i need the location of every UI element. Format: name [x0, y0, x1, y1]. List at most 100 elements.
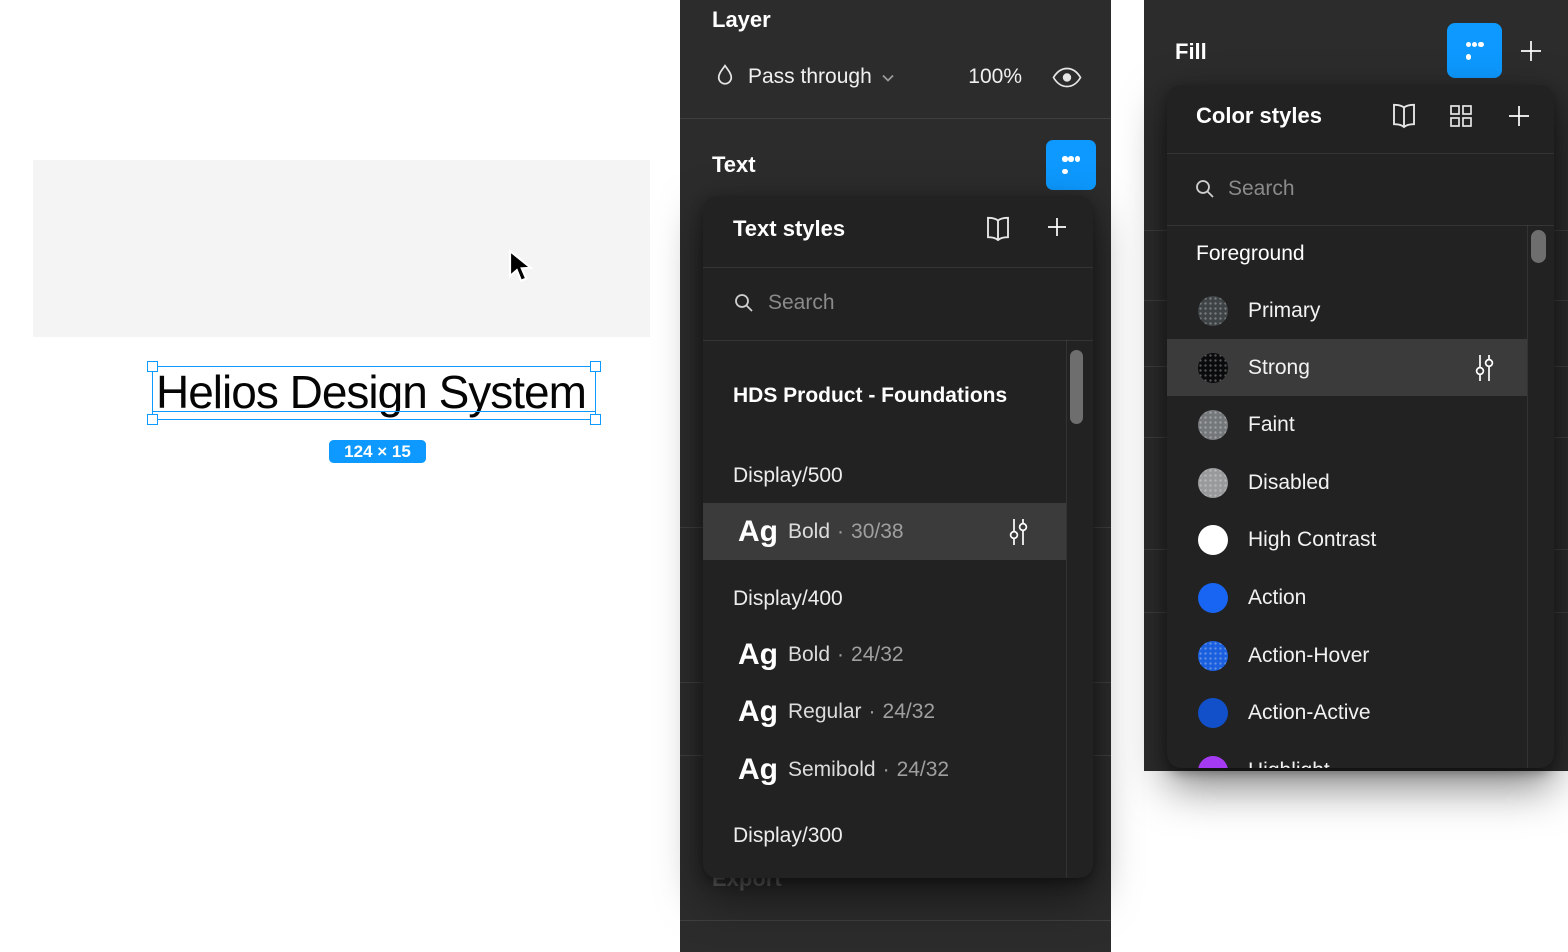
styles-icon	[1466, 42, 1484, 60]
divider	[1167, 153, 1554, 154]
color-style-row-high-contrast[interactable]: High Contrast	[1167, 511, 1527, 568]
divider	[680, 118, 1111, 119]
text-style-row-bold-24[interactable]: Ag Bold · 24/32	[703, 626, 1066, 683]
add-color-style-button[interactable]	[1504, 101, 1534, 131]
style-weight: Semibold	[788, 758, 876, 782]
color-style-row-strong[interactable]: Strong	[1167, 339, 1527, 396]
divider	[703, 340, 1093, 341]
layer-section-title: Layer	[712, 7, 771, 33]
style-weight: Bold	[788, 520, 830, 544]
cursor-icon	[507, 249, 535, 285]
style-sample: Ag	[738, 638, 788, 672]
text-styles-search-input[interactable]	[766, 287, 1040, 319]
selection-handle-sw[interactable]	[147, 414, 158, 425]
scrollbar-thumb[interactable]	[1070, 350, 1083, 424]
color-styles-dropdown: Color styles Foreground	[1167, 85, 1554, 768]
scrollbar-track[interactable]	[1527, 225, 1528, 768]
style-weight: Bold	[788, 643, 830, 667]
grid-view-icon[interactable]	[1447, 102, 1475, 130]
droplet-icon	[712, 62, 738, 92]
text-style-row-bold-30[interactable]: Ag Bold · 30/38	[703, 503, 1066, 560]
divider	[703, 267, 1093, 268]
style-size: 24/32	[897, 758, 950, 782]
color-style-label: Action	[1248, 586, 1306, 610]
separator: ·	[883, 758, 890, 782]
color-style-row-faint[interactable]: Faint	[1167, 396, 1527, 453]
color-style-row-primary[interactable]: Primary	[1167, 282, 1527, 339]
color-styles-toggle-button[interactable]	[1447, 23, 1502, 78]
eye-icon[interactable]	[1050, 64, 1084, 91]
style-sample: Ag	[738, 515, 788, 549]
separator: ·	[869, 700, 876, 724]
separator: ·	[837, 520, 844, 544]
style-sample: Ag	[738, 753, 788, 787]
color-swatch	[1198, 296, 1228, 326]
selection-handle-se[interactable]	[590, 414, 601, 425]
color-style-label: Primary	[1248, 299, 1320, 323]
color-style-label: Strong	[1248, 356, 1310, 380]
chevron-down-icon[interactable]	[878, 69, 898, 87]
color-style-label: Faint	[1248, 413, 1295, 437]
style-size: 24/32	[883, 700, 936, 724]
adjust-icon[interactable]	[1472, 352, 1496, 384]
style-size: 30/38	[851, 520, 904, 544]
search-icon	[1193, 177, 1217, 201]
color-swatch	[1198, 410, 1228, 440]
color-style-row-disabled[interactable]: Disabled	[1167, 454, 1527, 511]
color-style-label: Action-Active	[1248, 701, 1371, 725]
add-fill-button[interactable]	[1516, 36, 1546, 66]
opacity-field[interactable]: 100%	[950, 65, 1022, 89]
style-group-name: Display/400	[733, 587, 843, 611]
text-styles-toggle-button[interactable]	[1046, 140, 1096, 190]
book-icon[interactable]	[983, 215, 1013, 243]
figma-screenshot: Helios Design System 124 × 15 Layer Pass…	[0, 0, 1568, 952]
text-section-title: Text	[712, 152, 756, 178]
search-icon	[732, 291, 756, 315]
color-style-row-highlight[interactable]: Highlight	[1167, 742, 1527, 768]
color-style-row-action-active[interactable]: Action-Active	[1167, 684, 1527, 741]
scrollbar-thumb[interactable]	[1531, 230, 1546, 263]
style-group-name: Display/300	[733, 824, 843, 848]
selection-handle-nw[interactable]	[147, 361, 158, 372]
style-sample: Ag	[738, 695, 788, 729]
text-underline	[153, 411, 595, 413]
selection-handle-ne[interactable]	[590, 361, 601, 372]
color-styles-title: Color styles	[1196, 103, 1322, 129]
color-swatch	[1198, 583, 1228, 613]
color-swatch	[1198, 353, 1228, 383]
style-weight: Regular	[788, 700, 862, 724]
color-swatch	[1198, 698, 1228, 728]
style-group-name: Display/500	[733, 464, 843, 488]
color-group-name: Foreground	[1196, 242, 1305, 266]
color-style-row-action[interactable]: Action	[1167, 569, 1527, 626]
dimension-badge: 124 × 15	[329, 440, 426, 463]
canvas[interactable]: Helios Design System 124 × 15	[33, 160, 650, 337]
add-text-style-button[interactable]	[1043, 213, 1071, 241]
styles-icon	[1062, 156, 1080, 174]
color-styles-search-input[interactable]	[1226, 173, 1480, 205]
color-style-row-action-hover[interactable]: Action-Hover	[1167, 627, 1527, 684]
adjust-icon[interactable]	[1006, 516, 1030, 548]
text-style-row-regular-24[interactable]: Ag Regular · 24/32	[703, 683, 1066, 740]
book-icon[interactable]	[1389, 102, 1419, 130]
color-swatch	[1198, 641, 1228, 671]
divider	[680, 920, 1111, 921]
separator: ·	[837, 643, 844, 667]
color-swatch	[1198, 468, 1228, 498]
scrollbar-track[interactable]	[1066, 340, 1067, 878]
text-styles-dropdown: Text styles HDS Product - Foundations Di…	[703, 196, 1093, 878]
library-name: HDS Product - Foundations	[733, 384, 1007, 408]
color-style-label: High Contrast	[1248, 528, 1376, 552]
divider	[1167, 225, 1554, 226]
selection-box[interactable]: Helios Design System	[152, 366, 596, 420]
text-styles-title: Text styles	[733, 216, 845, 242]
fill-section-title: Fill	[1175, 39, 1207, 65]
style-size: 24/32	[851, 643, 904, 667]
color-style-label: Action-Hover	[1248, 644, 1369, 668]
blend-mode-select[interactable]: Pass through	[748, 65, 872, 89]
text-style-row-semibold-24[interactable]: Ag Semibold · 24/32	[703, 741, 1066, 798]
color-swatch	[1198, 756, 1228, 769]
color-style-label: Highlight	[1248, 759, 1330, 769]
color-style-label: Disabled	[1248, 471, 1330, 495]
color-swatch	[1198, 525, 1228, 555]
